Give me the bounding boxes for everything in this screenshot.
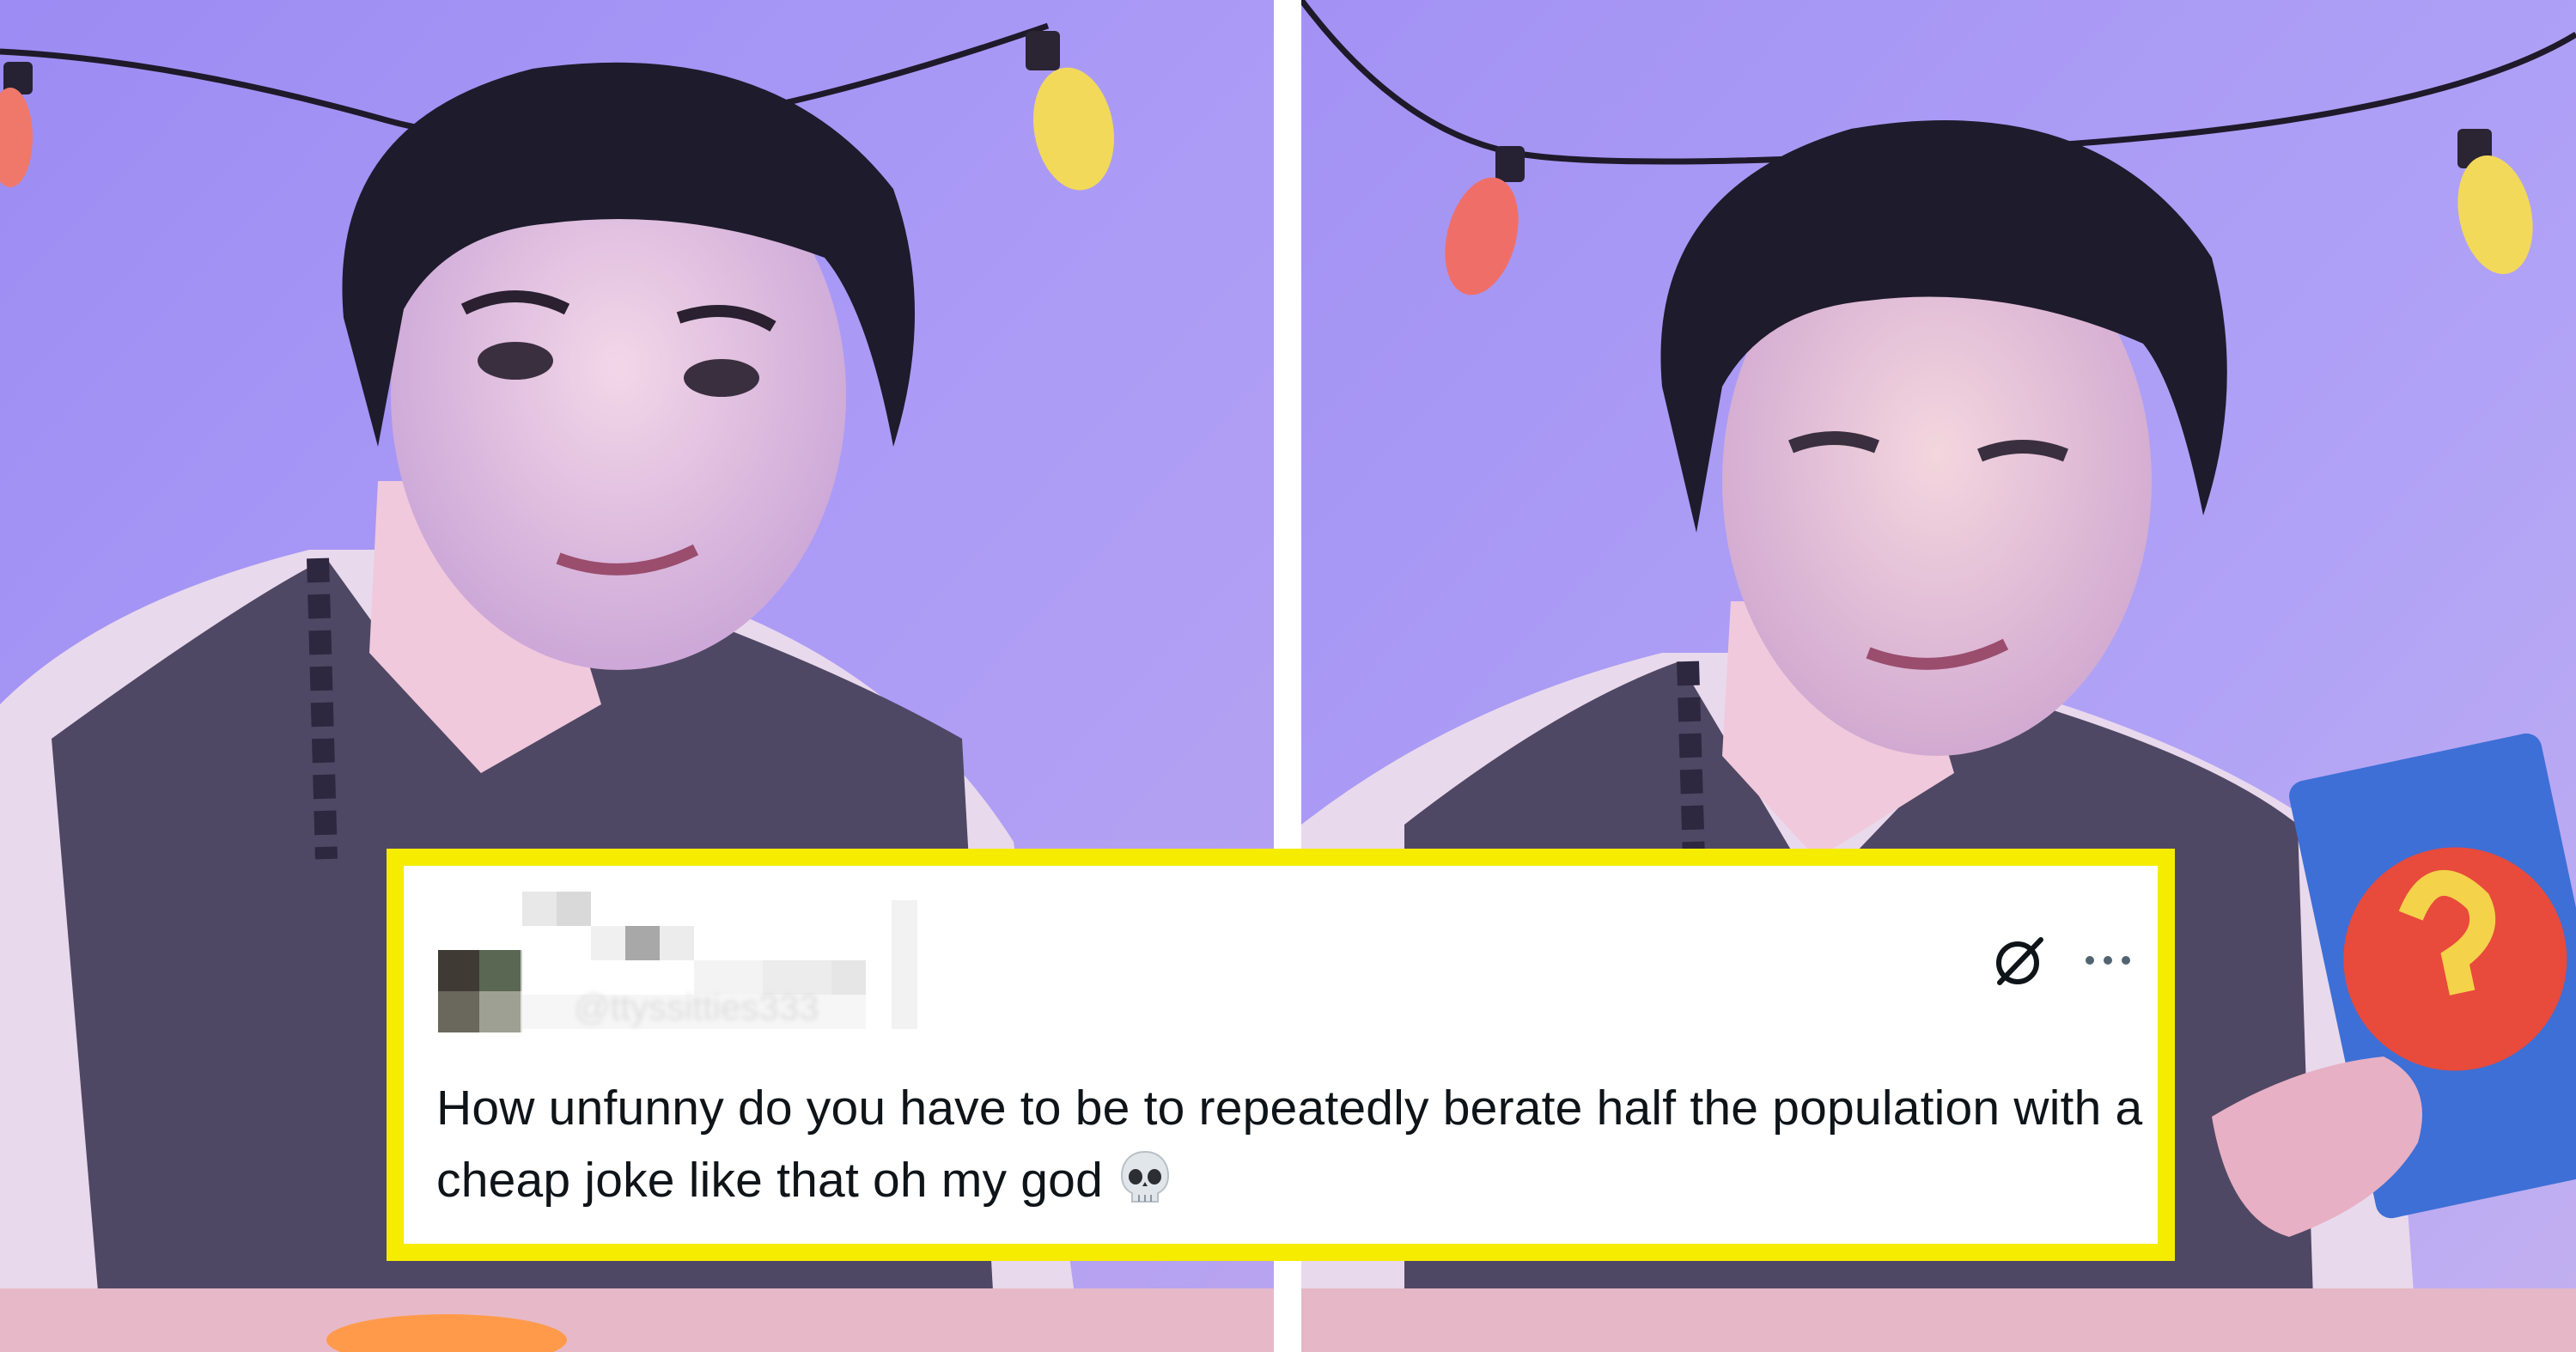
tweet-body: How unfunny do you have to be to repeate… [436,1081,2143,1208]
meme-canvas: @ttyssitties333 How unfunny do you have … [0,0,2576,1352]
skull-emoji-icon [1118,1150,1172,1207]
tweet-card[interactable]: @ttyssitties333 How unfunny do you have … [387,849,2175,1261]
light-bulb-red [0,62,33,187]
more-options-icon[interactable] [2081,943,2134,977]
tweet-handle[interactable]: @ttyssitties333 [574,987,819,1028]
tweet-text: How unfunny do you have to be to repeate… [436,1072,2146,1216]
grok-icon[interactable] [1991,933,2048,990]
